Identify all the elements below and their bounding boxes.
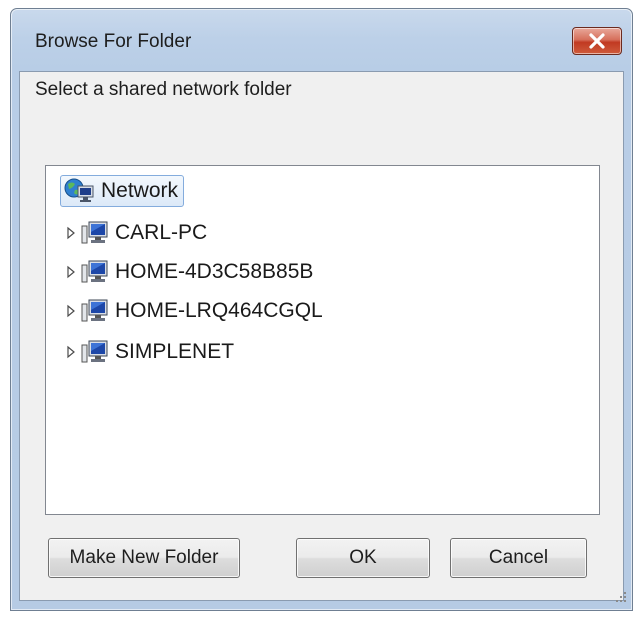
window-title: Browse For Folder xyxy=(35,31,192,52)
tree-item-label: HOME-LRQ464CGQL xyxy=(115,299,323,322)
tree-item-simplenet[interactable]: SIMPLENET xyxy=(64,337,234,367)
close-icon xyxy=(589,33,605,49)
computer-icon xyxy=(81,221,108,244)
expand-arrow-icon[interactable] xyxy=(64,226,78,240)
title-bar[interactable]: Browse For Folder xyxy=(11,9,632,69)
computer-icon xyxy=(81,340,108,363)
tree-item-carl-pc[interactable]: CARL-PC xyxy=(64,218,207,248)
expand-arrow-icon[interactable] xyxy=(64,304,78,318)
instruction-text: Select a shared network folder xyxy=(35,79,292,100)
cancel-button[interactable]: Cancel xyxy=(450,538,587,578)
computer-icon xyxy=(81,299,108,322)
resize-grip-icon[interactable] xyxy=(613,589,627,603)
tree-item-label: SIMPLENET xyxy=(115,340,235,363)
expand-arrow-icon[interactable] xyxy=(64,345,78,359)
tree-item-home-4d3c58b85b[interactable]: HOME-4D3C58B85B xyxy=(64,257,313,287)
tree-item-label: Network xyxy=(101,179,179,202)
network-icon xyxy=(64,178,94,202)
computer-icon xyxy=(81,260,108,283)
folder-tree[interactable]: Network CARL-PC HOME-4D3C58B85B HOME-LRQ… xyxy=(45,165,600,515)
ok-button[interactable]: OK xyxy=(296,538,430,578)
tree-item-label: CARL-PC xyxy=(115,221,208,244)
tree-item-network[interactable]: Network xyxy=(60,175,185,207)
tree-item-label: HOME-4D3C58B85B xyxy=(115,260,314,283)
tree-item-home-lrq464cgql[interactable]: HOME-LRQ464CGQL xyxy=(64,296,323,326)
expand-arrow-icon[interactable] xyxy=(64,265,78,279)
close-button[interactable] xyxy=(572,27,622,55)
make-new-folder-button[interactable]: Make New Folder xyxy=(48,538,240,578)
